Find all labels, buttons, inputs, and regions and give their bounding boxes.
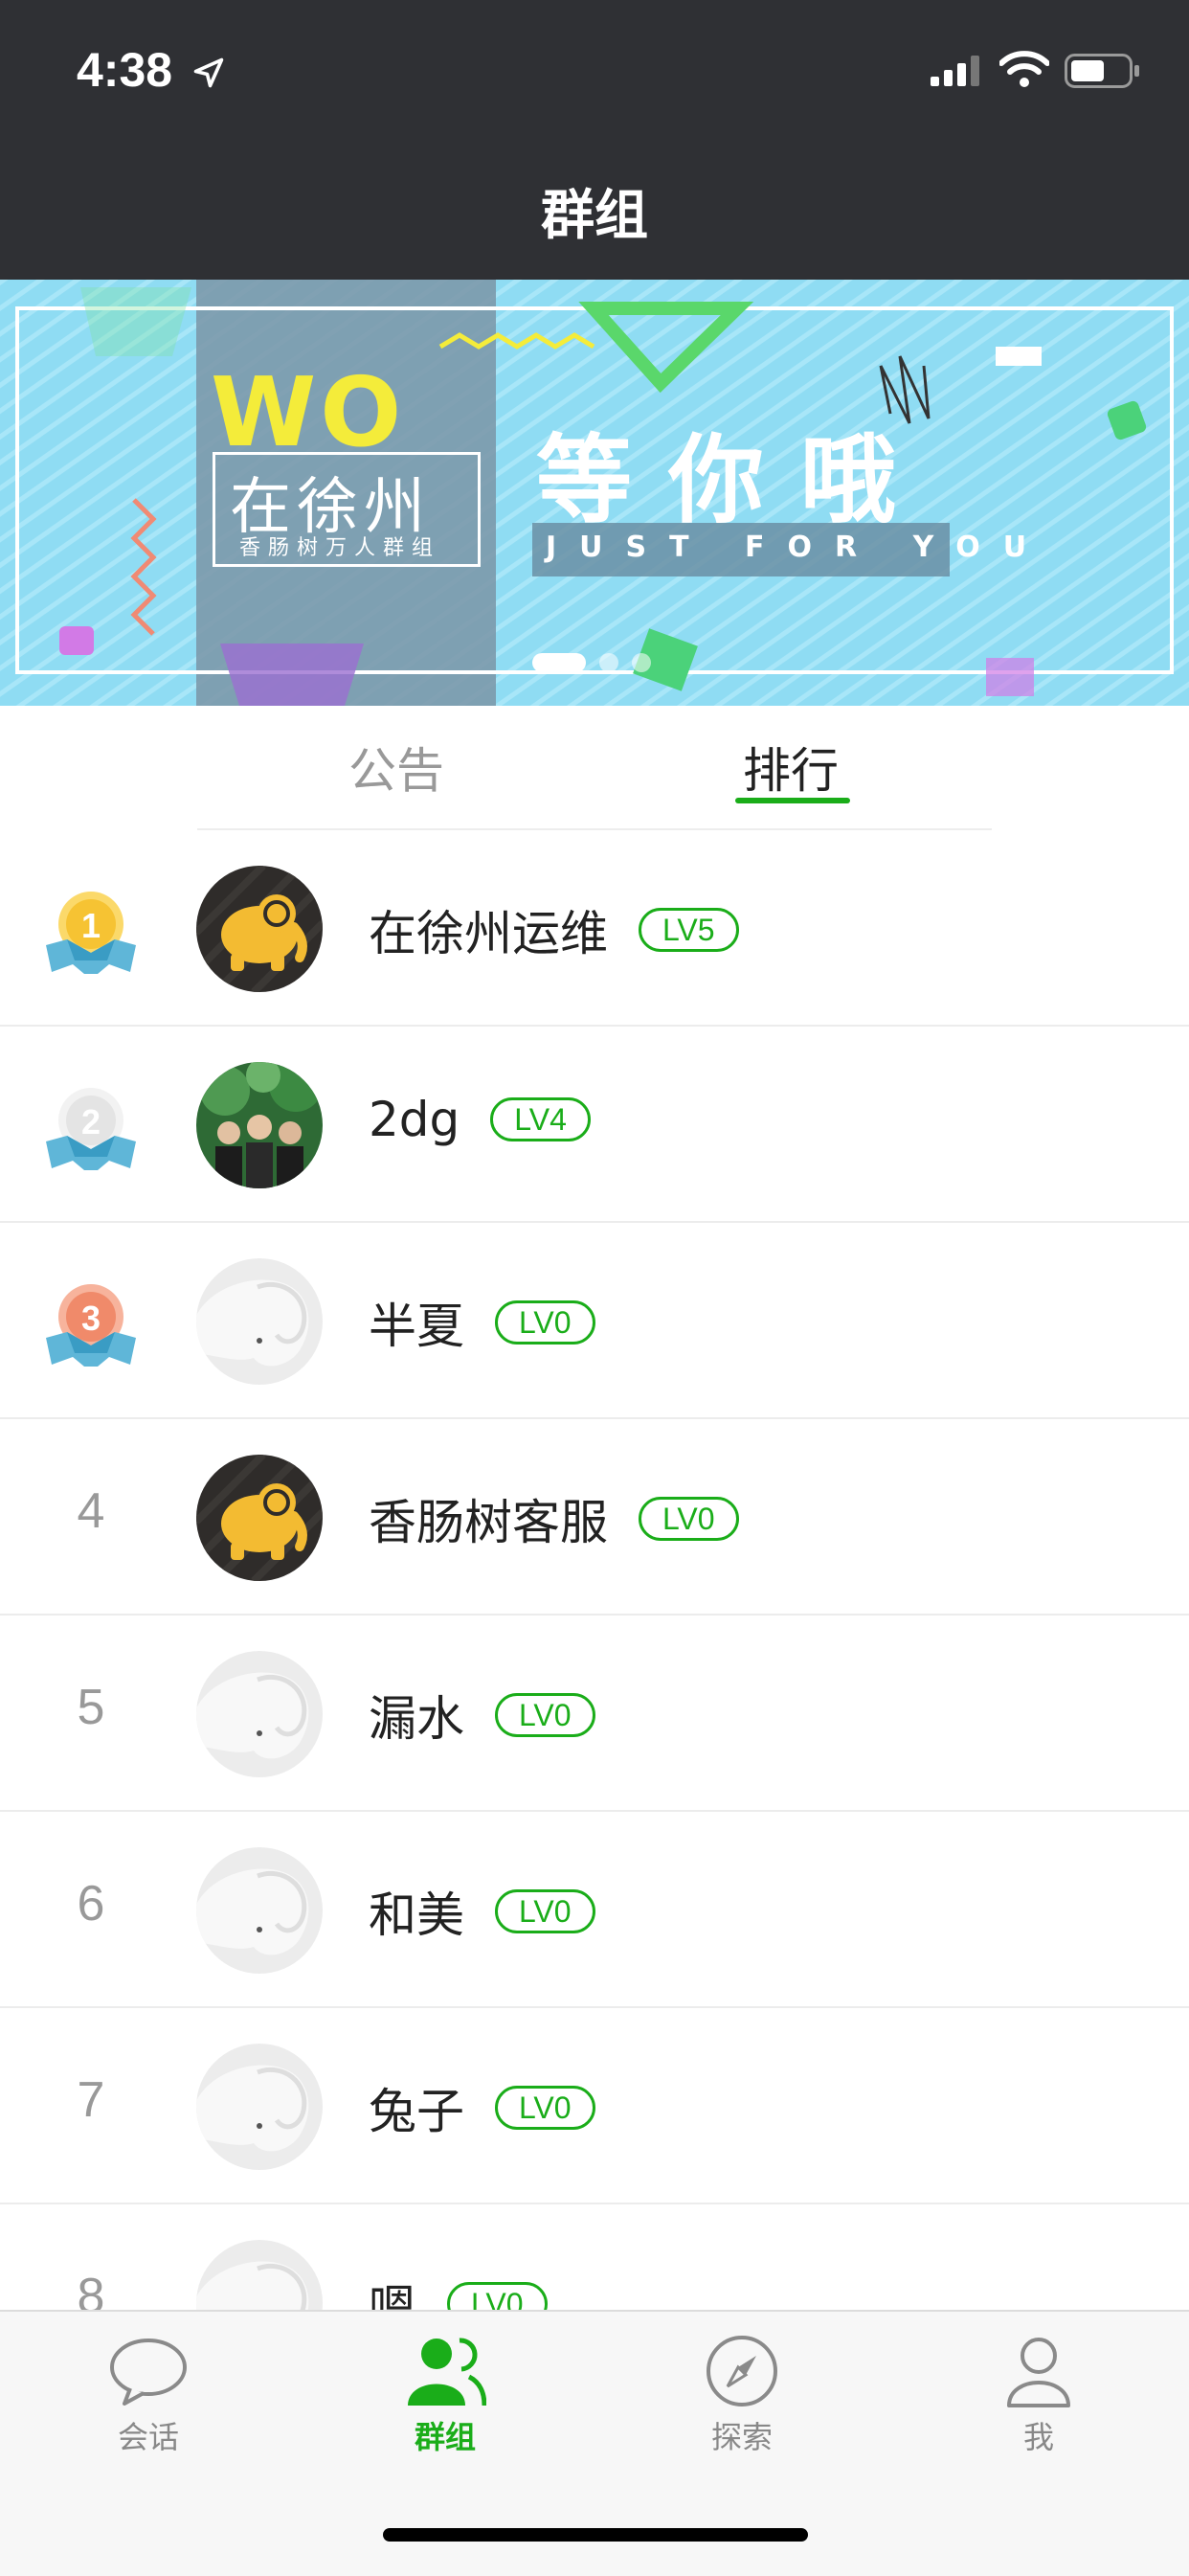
tabbar-item-explore[interactable]: 探索 [646, 2335, 838, 2457]
tabbar-label-group: 群组 [414, 2419, 476, 2455]
level-badge: LV0 [495, 1693, 595, 1737]
member-name: 漏水 [369, 1691, 464, 1747]
level-badge: LV0 [495, 1300, 595, 1344]
ranking-row[interactable]: 3 半夏 LV0 [0, 1223, 1189, 1419]
member-info: 漏水 LV0 [369, 1681, 595, 1750]
tab-ranking[interactable]: 排行 [743, 733, 839, 802]
tabbar-label-chat: 会话 [117, 2419, 179, 2455]
battery-icon [1065, 54, 1139, 88]
cellular-signal-icon [931, 56, 979, 86]
rank-number: 7 [77, 2072, 105, 2128]
member-name: 香肠树客服 [369, 1495, 608, 1550]
ranking-row[interactable]: 6 和美 LV0 [0, 1812, 1189, 2008]
member-info: 和美 LV0 [369, 1877, 595, 1946]
banner-dot-3[interactable] [632, 653, 651, 672]
member-name: 半夏 [369, 1299, 464, 1354]
medal-rank-text: 3 [81, 1299, 101, 1338]
tabbar-item-chat[interactable]: 会话 [53, 2335, 244, 2457]
medal-icon: 3 [46, 1284, 136, 1367]
location-arrow-icon [193, 57, 224, 88]
medal-rank-text: 1 [81, 906, 101, 945]
level-badge: LV0 [639, 1497, 739, 1541]
tabbar-label-me: 我 [1022, 2419, 1054, 2455]
banner-slogan: 等你哦 [536, 424, 932, 536]
tabbar-item-me[interactable]: 我 [943, 2335, 1134, 2457]
member-name: 兔子 [369, 2084, 464, 2139]
home-indicator [383, 2528, 808, 2542]
ranking-row[interactable]: 1 在徐州运维 LV5 [0, 830, 1189, 1027]
ranking-row[interactable]: 7 兔子 LV0 [0, 2008, 1189, 2204]
member-name: 在徐州运维 [369, 906, 608, 961]
top-header: 4:38 群组 [0, 0, 1189, 280]
avatar[interactable] [196, 2044, 323, 2170]
ranking-row[interactable]: 5 漏水 LV0 [0, 1616, 1189, 1812]
rank-number: 5 [77, 1680, 105, 1735]
member-info: 兔子 LV0 [369, 2073, 595, 2142]
level-badge: LV5 [639, 908, 739, 952]
avatar[interactable] [196, 1847, 323, 1974]
segment-tabs: 公告 排行 [0, 706, 1189, 830]
compass-icon [707, 2336, 777, 2407]
person-icon [1007, 2338, 1070, 2407]
member-info: 在徐州运维 LV5 [369, 895, 739, 964]
member-info: 半夏 LV0 [369, 1288, 595, 1357]
rank-number: 6 [77, 1876, 105, 1932]
member-name: 2dg [369, 1092, 460, 1147]
banner-dot-2[interactable] [599, 653, 618, 672]
wifi-icon [999, 51, 1049, 87]
medal-icon: 1 [46, 892, 136, 974]
ranking-row[interactable]: 4 香肠树客服 LV0 [0, 1419, 1189, 1616]
group-people-icon [408, 2338, 486, 2407]
ranking-row[interactable]: 2 2dg LV4 [0, 1027, 1189, 1223]
banner-slogan-en: JUST FOR YOU [546, 531, 1050, 564]
avatar[interactable] [196, 1258, 323, 1385]
tab-notice[interactable]: 公告 [348, 733, 444, 802]
rank-number: 4 [77, 1483, 105, 1539]
page-title: 群组 [541, 185, 648, 247]
member-name: 和美 [369, 1887, 464, 1943]
level-badge: LV0 [495, 2086, 595, 2130]
banner-page-indicator[interactable] [532, 653, 651, 672]
active-tab-indicator [735, 798, 850, 803]
ranking-list: 1 在徐州运维 LV5 2 2dg LV4 3 半夏 LV0 4 香肠树客服 LV0 5 漏水 LV0 6 和美… [0, 830, 1189, 2401]
status-time: 4:38 [77, 43, 173, 97]
banner-city-subtitle: 香肠树万人群组 [239, 536, 441, 560]
medal-icon: 2 [46, 1088, 136, 1170]
tabbar-label-explore: 探索 [710, 2419, 773, 2455]
promo-banner[interactable]: WO 在徐州 香肠树万人群组 等你哦 JUST FOR YOU [0, 280, 1189, 706]
avatar[interactable] [196, 1651, 323, 1777]
avatar[interactable] [196, 866, 323, 992]
chat-bubble-icon [110, 2339, 187, 2406]
level-badge: LV0 [495, 1889, 595, 1933]
avatar[interactable] [196, 1455, 323, 1581]
avatar[interactable] [196, 1062, 323, 1188]
medal-rank-text: 2 [81, 1102, 101, 1141]
tabbar-item-group[interactable]: 群组 [349, 2335, 541, 2457]
level-badge: LV4 [490, 1097, 591, 1141]
banner-dot-1[interactable] [532, 653, 586, 672]
member-info: 香肠树客服 LV0 [369, 1484, 739, 1553]
member-info: 2dg LV4 [369, 1092, 591, 1147]
